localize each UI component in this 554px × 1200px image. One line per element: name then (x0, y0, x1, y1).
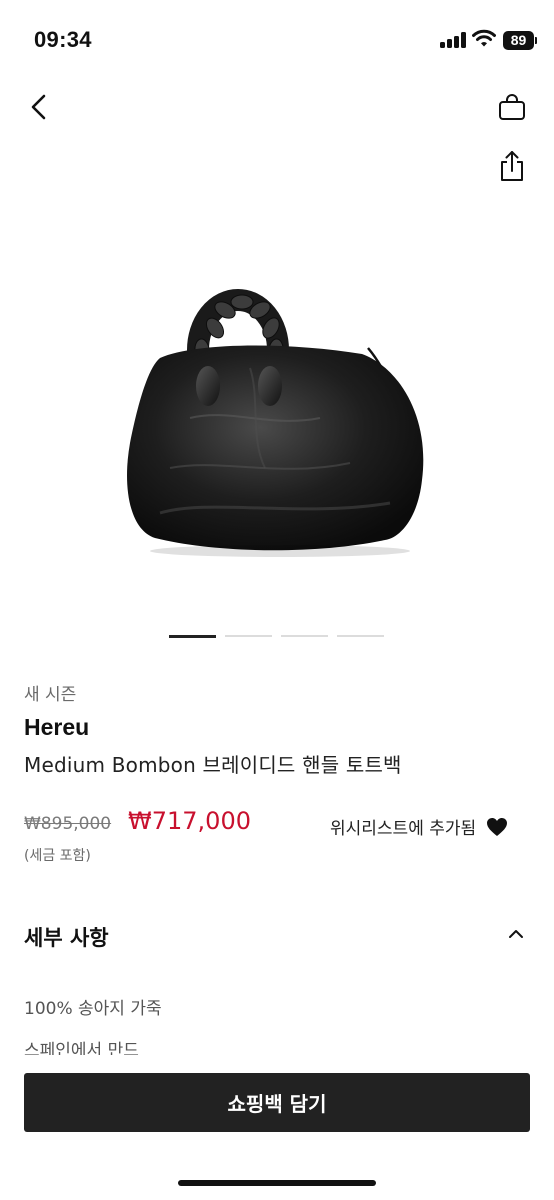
add-to-bag-button[interactable]: 쇼핑백 담기 (24, 1073, 530, 1132)
product-image[interactable] (100, 268, 460, 568)
sale-price: ₩717,000 (128, 807, 251, 835)
signal-icon (440, 32, 466, 48)
product-name: Medium Bombon 브레이디드 핸들 토트백 (24, 753, 402, 777)
wishlist-button[interactable]: 위시리스트에 추가됨 (330, 814, 508, 839)
season-label: 새 시즌 (24, 685, 77, 705)
heart-filled-icon (487, 817, 508, 836)
back-chevron-icon[interactable] (26, 90, 54, 124)
details-accordion-header[interactable]: 세부 사항 (24, 920, 530, 952)
detail-line: 100% 송아지 가죽 (24, 999, 162, 1019)
details-title: 세부 사항 (24, 926, 109, 950)
carousel-dot-2[interactable] (225, 635, 272, 637)
home-indicator (178, 1180, 376, 1186)
carousel-dot-4[interactable] (337, 635, 384, 637)
shopping-bag-icon[interactable] (497, 92, 527, 122)
status-time: 09:34 (34, 27, 92, 52)
share-icon[interactable] (497, 149, 527, 183)
carousel-dot-3[interactable] (281, 635, 328, 637)
wishlist-label: 위시리스트에 추가됨 (330, 819, 477, 839)
chevron-up-icon[interactable] (508, 928, 524, 940)
carousel-dot-1[interactable] (169, 635, 216, 638)
tax-note: (세금 포함) (24, 848, 91, 864)
battery-icon: 89 (503, 31, 537, 50)
image-carousel-indicator[interactable] (169, 635, 384, 638)
status-bar: 09:34 89 (0, 0, 554, 80)
wifi-icon (472, 29, 496, 47)
brand-name[interactable]: Hereu (24, 714, 89, 741)
original-price: ₩895,000 (24, 814, 112, 834)
